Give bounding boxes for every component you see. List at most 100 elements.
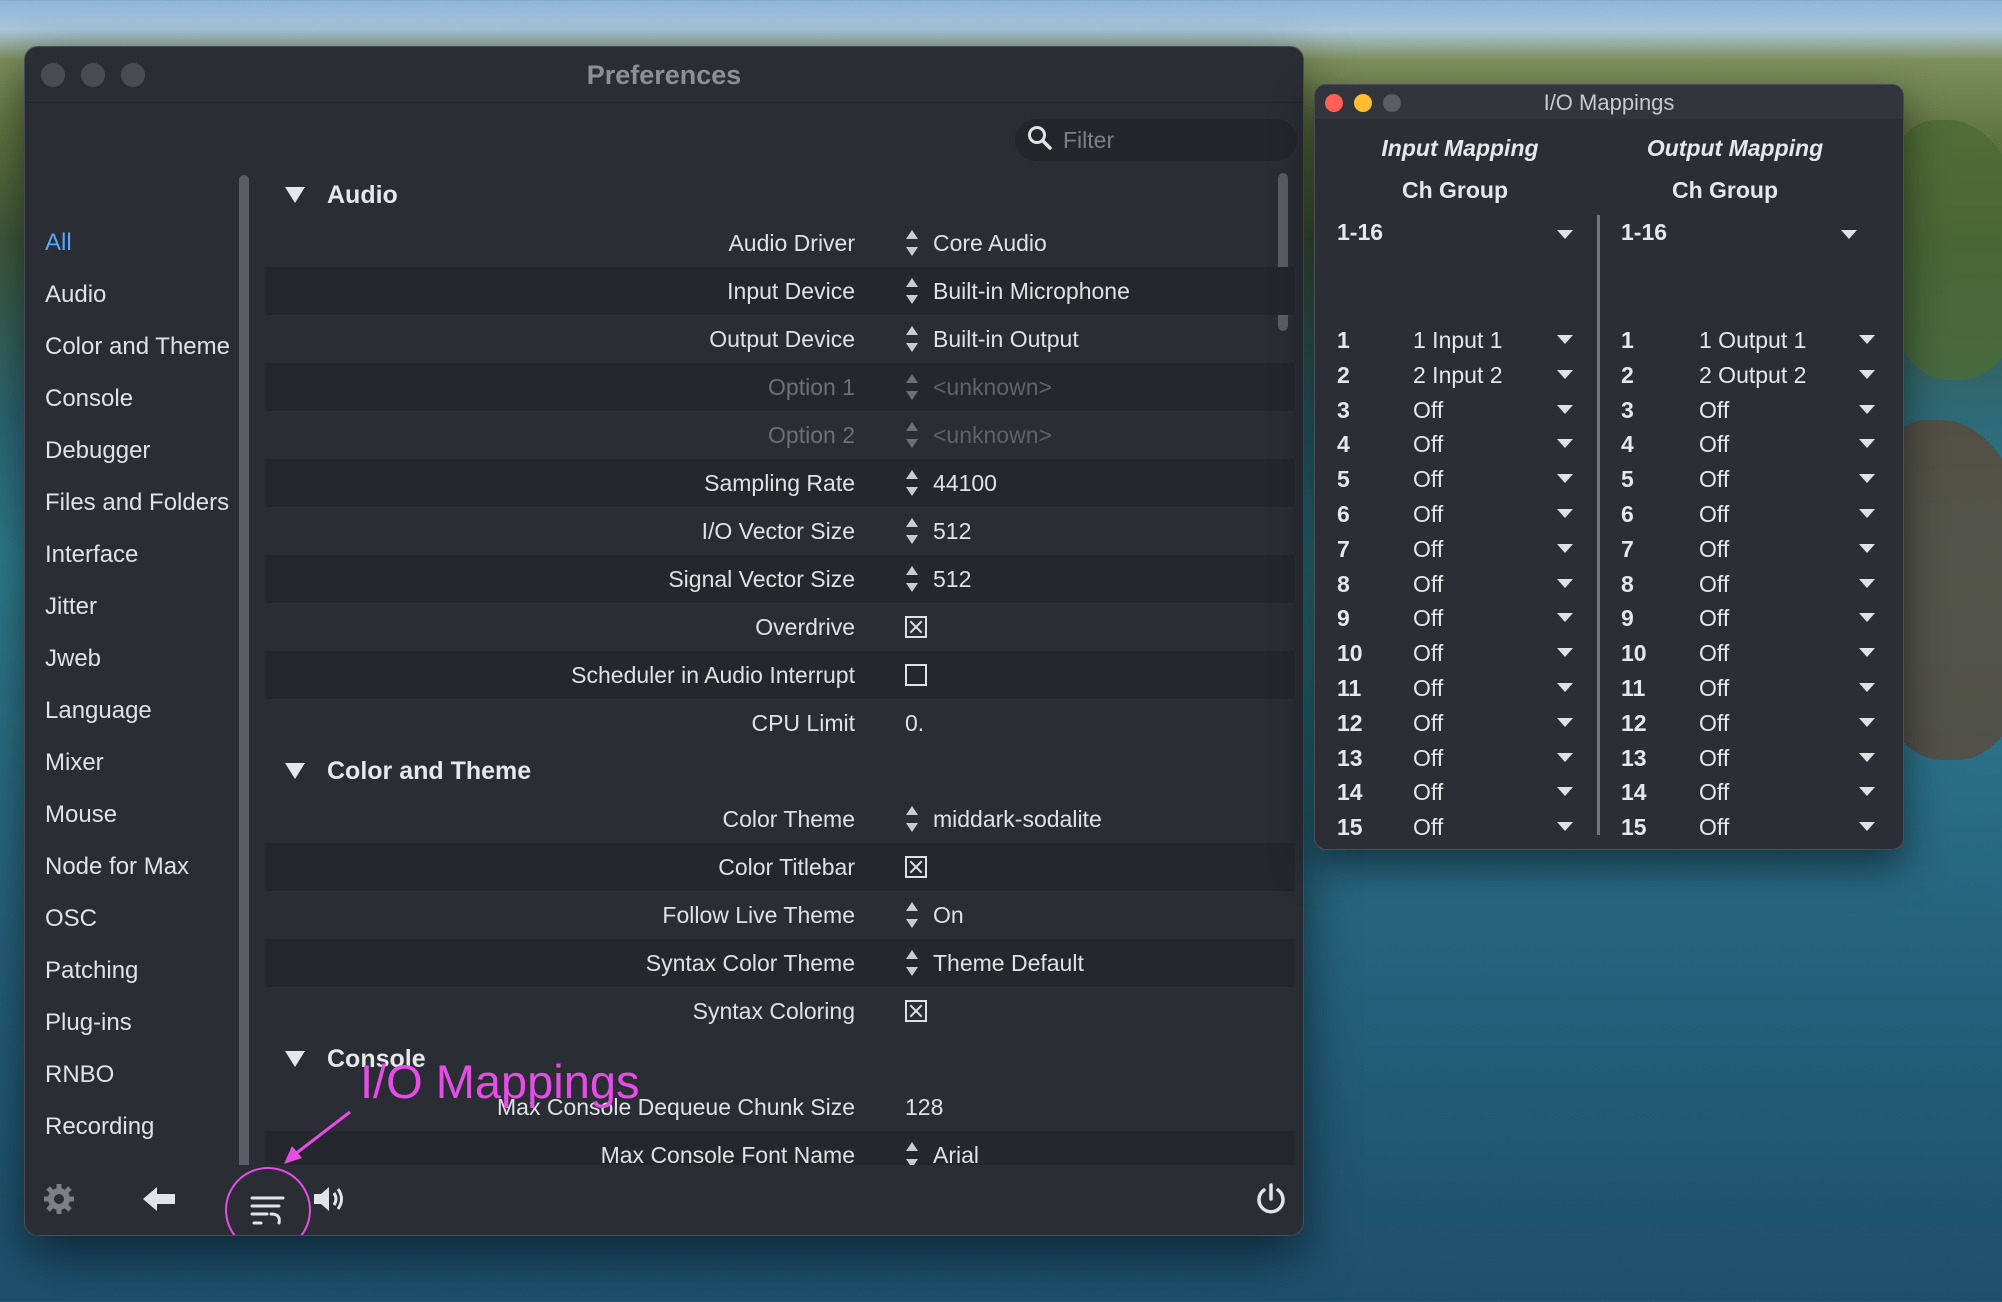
disclosure-triangle-icon[interactable] — [285, 763, 305, 779]
output-mapping-select[interactable]: Off — [1699, 849, 1729, 850]
value-field[interactable]: 0. — [905, 710, 924, 737]
output-mapping-select[interactable]: Off — [1699, 501, 1729, 528]
output-mapping-select[interactable]: Off — [1699, 466, 1729, 493]
disclosure-triangle-icon[interactable] — [285, 1051, 305, 1067]
output-group-select[interactable]: 1-16 — [1621, 219, 1667, 246]
chevron-down-icon[interactable] — [1557, 822, 1573, 832]
sidebar-item[interactable]: Debugger — [45, 425, 265, 477]
input-mapping-select[interactable]: Off — [1413, 397, 1443, 424]
back-arrow-icon[interactable] — [139, 1179, 179, 1219]
chevron-down-icon[interactable] — [1557, 787, 1573, 797]
input-mapping-select[interactable]: Off — [1413, 675, 1443, 702]
value-menu[interactable]: Built-in Output — [933, 326, 1079, 353]
input-mapping-select[interactable]: Off — [1413, 849, 1443, 850]
stepper-icon[interactable] — [905, 469, 919, 497]
sidebar-item[interactable]: Recording — [45, 1101, 265, 1153]
input-mapping-select[interactable]: 2 Input 2 — [1413, 362, 1503, 389]
value-menu[interactable]: middark-sodalite — [933, 806, 1102, 833]
chevron-down-icon[interactable] — [1859, 543, 1875, 553]
chevron-down-icon[interactable] — [1557, 683, 1573, 692]
output-mapping-select[interactable]: Off — [1699, 710, 1729, 737]
sidebar-item[interactable]: Console — [45, 373, 265, 425]
stepper-icon[interactable] — [905, 901, 919, 929]
chevron-down-icon[interactable] — [1841, 230, 1857, 239]
input-mapping-select[interactable]: Off — [1413, 710, 1443, 737]
chevron-down-icon[interactable] — [1859, 404, 1875, 414]
sidebar-scrollbar[interactable] — [239, 175, 249, 1173]
chevron-down-icon[interactable] — [1859, 822, 1875, 832]
output-mapping-select[interactable]: Off — [1699, 431, 1729, 458]
power-icon[interactable] — [1251, 1179, 1291, 1219]
output-mapping-select[interactable]: Off — [1699, 397, 1729, 424]
sidebar-item[interactable]: Node for Max — [45, 841, 265, 893]
input-mapping-select[interactable]: 1 Input 1 — [1413, 327, 1503, 354]
chevron-down-icon[interactable] — [1557, 335, 1573, 344]
stepper-icon[interactable] — [905, 805, 919, 833]
section-header-color[interactable]: Color and Theme — [265, 747, 1295, 795]
sidebar-item[interactable]: Color and Theme — [45, 321, 265, 373]
chevron-down-icon[interactable] — [1859, 509, 1875, 518]
output-mapping-select[interactable]: 2 Output 2 — [1699, 362, 1806, 389]
value-menu[interactable]: Built-in Microphone — [933, 278, 1130, 305]
output-mapping-select[interactable]: Off — [1699, 675, 1729, 702]
input-mapping-select[interactable]: Off — [1413, 501, 1443, 528]
chevron-down-icon[interactable] — [1859, 335, 1875, 344]
input-mapping-select[interactable]: Off — [1413, 605, 1443, 632]
chevron-down-icon[interactable] — [1859, 474, 1875, 484]
value-menu[interactable]: Theme Default — [933, 950, 1084, 977]
sidebar-item[interactable]: Interface — [45, 529, 265, 581]
speaker-icon[interactable] — [309, 1179, 349, 1219]
output-mapping-select[interactable]: Off — [1699, 779, 1729, 806]
input-mapping-select[interactable]: Off — [1413, 466, 1443, 493]
sidebar-item[interactable]: Language — [45, 685, 265, 737]
chevron-down-icon[interactable] — [1859, 439, 1875, 449]
checkbox[interactable] — [905, 856, 927, 878]
chevron-down-icon[interactable] — [1557, 613, 1573, 623]
chevron-down-icon[interactable] — [1557, 509, 1573, 518]
checkbox[interactable] — [905, 616, 927, 638]
input-mapping-select[interactable]: Off — [1413, 431, 1443, 458]
filter-field[interactable] — [1015, 119, 1297, 161]
stepper-icon[interactable] — [905, 277, 919, 305]
value-menu[interactable]: 512 — [933, 518, 971, 545]
stepper-icon[interactable] — [905, 565, 919, 593]
value-menu[interactable]: <unknown> — [933, 374, 1052, 401]
value-menu[interactable]: On — [933, 902, 964, 929]
chevron-down-icon[interactable] — [1557, 578, 1573, 588]
output-mapping-select[interactable]: Off — [1699, 605, 1729, 632]
input-mapping-select[interactable]: Off — [1413, 745, 1443, 772]
chevron-down-icon[interactable] — [1557, 717, 1573, 727]
output-mapping-select[interactable]: Off — [1699, 571, 1729, 598]
value-menu[interactable]: Core Audio — [933, 230, 1047, 257]
stepper-icon[interactable] — [905, 421, 919, 449]
input-group-select[interactable]: 1-16 — [1337, 219, 1383, 246]
sidebar-item[interactable]: Files and Folders — [45, 477, 265, 529]
io-mappings-button[interactable] — [225, 1167, 311, 1235]
checkbox[interactable] — [905, 664, 927, 686]
section-header-audio[interactable]: Audio — [265, 171, 1295, 219]
output-mapping-select[interactable]: Off — [1699, 536, 1729, 563]
stepper-icon[interactable] — [905, 949, 919, 977]
output-mapping-select[interactable]: Off — [1699, 640, 1729, 667]
sidebar-item[interactable]: Jweb — [45, 633, 265, 685]
sidebar-item[interactable]: Mixer — [45, 737, 265, 789]
chevron-down-icon[interactable] — [1557, 439, 1573, 449]
chevron-down-icon[interactable] — [1859, 369, 1875, 379]
sidebar-item[interactable]: Mouse — [45, 789, 265, 841]
chevron-down-icon[interactable] — [1859, 613, 1875, 623]
sidebar-item[interactable]: Plug-ins — [45, 997, 265, 1049]
chevron-down-icon[interactable] — [1557, 230, 1573, 239]
output-mapping-select[interactable]: Off — [1699, 814, 1729, 841]
value-menu[interactable]: 512 — [933, 566, 971, 593]
filter-input[interactable] — [1063, 126, 1283, 154]
value-menu[interactable]: <unknown> — [933, 422, 1052, 449]
chevron-down-icon[interactable] — [1557, 404, 1573, 414]
sidebar-item[interactable]: Patching — [45, 945, 265, 997]
chevron-down-icon[interactable] — [1859, 648, 1875, 658]
gear-icon[interactable] — [39, 1179, 79, 1219]
chevron-down-icon[interactable] — [1557, 474, 1573, 484]
sidebar-item[interactable]: OSC — [45, 893, 265, 945]
input-mapping-select[interactable]: Off — [1413, 640, 1443, 667]
sidebar-item[interactable]: RNBO — [45, 1049, 265, 1101]
chevron-down-icon[interactable] — [1859, 752, 1875, 762]
